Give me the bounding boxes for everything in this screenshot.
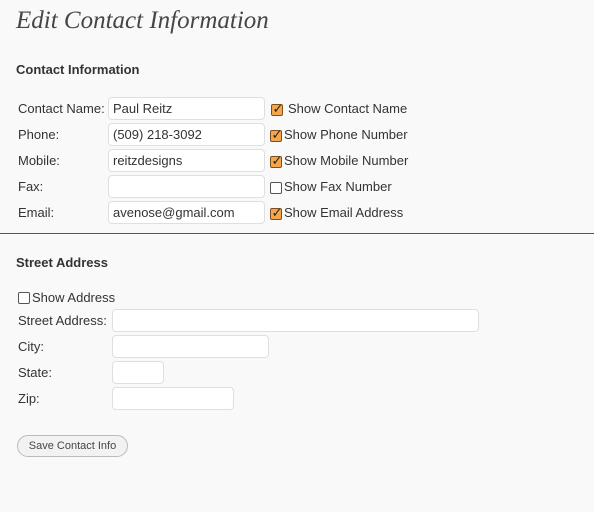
fax-input[interactable]	[108, 175, 265, 198]
contact-section-heading: Contact Information	[16, 62, 140, 77]
city-label: City:	[18, 339, 44, 354]
state-input[interactable]	[112, 361, 164, 384]
phone-label: Phone:	[18, 127, 60, 142]
show-email-address-label: Show Email Address	[284, 205, 404, 220]
show-fax-number-checkbox[interactable]	[270, 182, 282, 194]
show-mobile-number-label: Show Mobile Number	[284, 153, 409, 168]
phone-input[interactable]	[108, 123, 265, 146]
state-label: State:	[18, 365, 52, 380]
show-address-label: Show Address	[32, 290, 116, 305]
show-address-checkbox[interactable]	[18, 292, 30, 304]
street-address-label: Street Address:	[18, 313, 107, 328]
checkmark-icon: ✓	[272, 102, 284, 117]
email-input[interactable]	[108, 201, 265, 224]
checkmark-icon: ✓	[271, 128, 283, 143]
fax-label: Fax:	[18, 179, 44, 194]
show-email-address-checkbox[interactable]: ✓	[270, 206, 283, 221]
zip-input[interactable]	[112, 387, 234, 410]
email-label: Email:	[18, 205, 55, 220]
checkmark-icon: ✓	[271, 154, 283, 169]
checkmark-icon: ✓	[271, 206, 283, 221]
show-mobile-number-checkbox[interactable]: ✓	[270, 154, 283, 169]
zip-label: Zip:	[18, 391, 40, 406]
show-contact-name-label: Show Contact Name	[288, 101, 408, 116]
page-title: Edit Contact Information	[16, 7, 269, 34]
show-phone-number-label: Show Phone Number	[284, 127, 408, 142]
street-address-input[interactable]	[112, 309, 479, 332]
contact-name-label: Contact Name:	[18, 101, 105, 116]
mobile-label: Mobile:	[18, 153, 60, 168]
contact-name-input[interactable]	[108, 97, 265, 120]
city-input[interactable]	[112, 335, 269, 358]
show-fax-number-label: Show Fax Number	[284, 179, 392, 194]
save-contact-info-button[interactable]: Save Contact Info	[17, 435, 128, 457]
show-phone-number-checkbox[interactable]: ✓	[270, 128, 283, 143]
show-contact-name-checkbox[interactable]: ✓	[271, 102, 284, 117]
section-divider	[0, 233, 594, 234]
address-section-heading: Street Address	[16, 255, 108, 270]
mobile-input[interactable]	[108, 149, 265, 172]
